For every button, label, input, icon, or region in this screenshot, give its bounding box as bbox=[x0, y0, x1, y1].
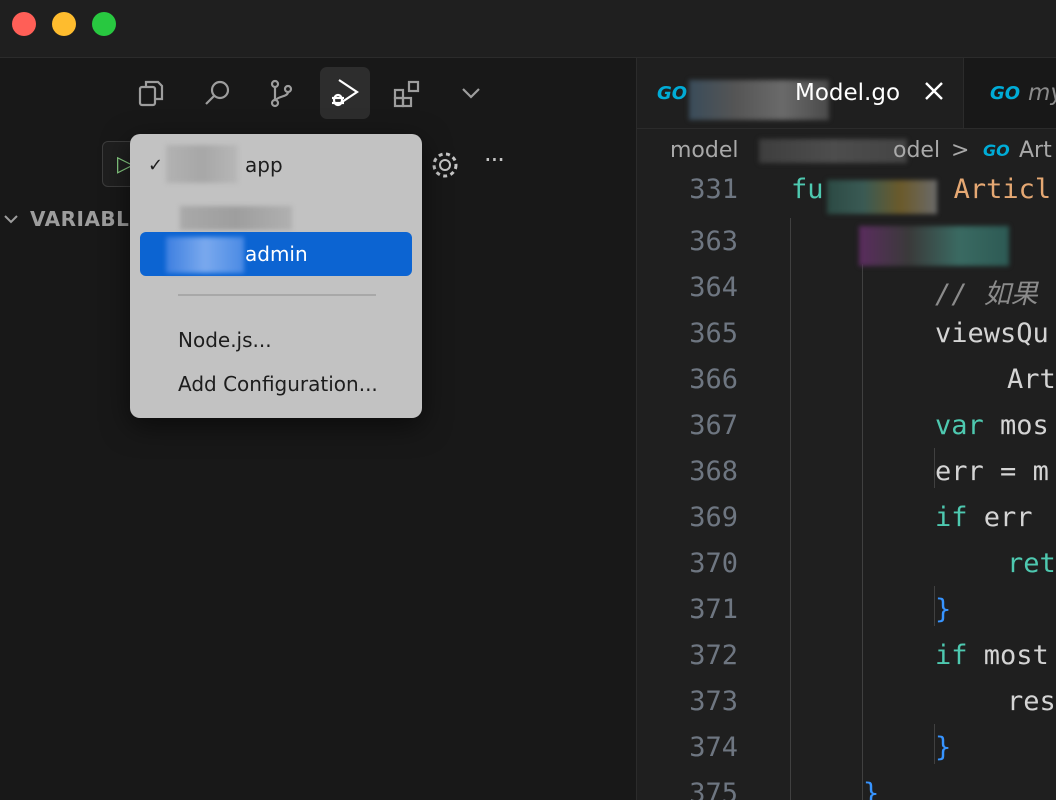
redacted-area bbox=[166, 145, 238, 183]
line-number: 370 bbox=[689, 548, 738, 579]
code-text: var mos bbox=[935, 410, 1049, 441]
menu-item-label: admin bbox=[245, 242, 308, 266]
menu-item-app[interactable]: ✓ app bbox=[140, 143, 412, 187]
code-line[interactable]: 364 // 如果 bbox=[637, 272, 1056, 318]
editor-tabs: GO Model.go GO my bbox=[637, 58, 1056, 129]
run-debug-icon[interactable] bbox=[320, 67, 370, 119]
line-number: 371 bbox=[689, 594, 738, 625]
code-line[interactable]: 363 bbox=[637, 226, 1056, 272]
tab-model-go[interactable]: GO Model.go bbox=[637, 58, 964, 128]
redacted-area bbox=[759, 139, 907, 163]
variables-section-header[interactable]: VARIABL bbox=[0, 204, 129, 234]
code-text: } bbox=[935, 594, 952, 625]
close-window-button[interactable] bbox=[12, 12, 36, 36]
code-line[interactable]: 375} bbox=[637, 778, 1056, 800]
line-number: 363 bbox=[689, 226, 738, 257]
line-number: 366 bbox=[689, 364, 738, 395]
menu-separator bbox=[178, 294, 376, 296]
code-area[interactable]: 331 fu Articl 363 364// 如果 365 viewsQu 366 Art 3… bbox=[637, 174, 1056, 800]
breadcrumb-item[interactable]: Art bbox=[1019, 138, 1052, 163]
menu-item-label: app bbox=[245, 153, 283, 177]
code-line[interactable]: 368 err = m bbox=[637, 456, 1056, 502]
breadcrumb-separator: > bbox=[951, 137, 970, 163]
menu-item-label: Node.js... bbox=[178, 328, 272, 352]
code-line[interactable]: 365 viewsQu bbox=[637, 318, 1056, 364]
line-number: 375 bbox=[689, 778, 738, 800]
redacted-area bbox=[166, 237, 244, 273]
breadcrumb-item[interactable]: odel bbox=[893, 138, 940, 163]
menu-item-nodejs[interactable]: Node.js... bbox=[140, 318, 412, 362]
code-text: fu Articl bbox=[791, 174, 1052, 205]
code-line[interactable]: 369 if err bbox=[637, 502, 1056, 548]
code-text: viewsQu bbox=[935, 318, 1049, 349]
go-file-icon: GO bbox=[657, 82, 688, 104]
line-number: 364 bbox=[689, 272, 738, 303]
checkmark-icon: ✓ bbox=[148, 154, 164, 176]
line-number: 369 bbox=[689, 502, 738, 533]
breadcrumb-item[interactable]: model bbox=[670, 138, 739, 163]
extensions-icon[interactable] bbox=[382, 68, 432, 118]
code-line[interactable]: 372 if most bbox=[637, 640, 1056, 686]
minimize-window-button[interactable] bbox=[52, 12, 76, 36]
source-control-icon[interactable] bbox=[256, 68, 306, 118]
code-line[interactable]: 370 ret bbox=[637, 548, 1056, 594]
more-actions-icon[interactable]: ··· bbox=[484, 146, 505, 174]
menu-item-label: Add Configuration... bbox=[178, 372, 378, 396]
gear-icon[interactable] bbox=[428, 148, 462, 182]
tab-label: my bbox=[1028, 80, 1056, 106]
line-number: 373 bbox=[689, 686, 738, 717]
code-text: res bbox=[1007, 686, 1056, 717]
code-line[interactable]: 374} bbox=[637, 732, 1056, 778]
launch-configuration-menu: ✓ app admin Node.js... Add Configuration… bbox=[130, 134, 422, 418]
redacted-area bbox=[180, 206, 292, 230]
maximize-window-button[interactable] bbox=[92, 12, 116, 36]
search-icon[interactable] bbox=[192, 68, 242, 118]
code-line[interactable]: 367 var mos bbox=[637, 410, 1056, 456]
code-text: if most bbox=[935, 640, 1049, 671]
line-number: 367 bbox=[689, 410, 738, 441]
code-text: // 如果 bbox=[935, 279, 1038, 310]
code-line[interactable]: 373 res bbox=[637, 686, 1056, 732]
menu-item-add-configuration[interactable]: Add Configuration... bbox=[140, 362, 412, 406]
tab-other-go-file[interactable]: GO my bbox=[964, 58, 1056, 128]
variables-label: VARIABL bbox=[30, 207, 130, 231]
tab-label: Model.go bbox=[795, 80, 901, 106]
chevron-down-icon[interactable] bbox=[446, 68, 496, 118]
breadcrumb: model odel > GO Art bbox=[637, 129, 1056, 171]
line-number: 372 bbox=[689, 640, 738, 671]
go-file-icon: GO bbox=[990, 82, 1021, 104]
line-number: 331 bbox=[689, 174, 738, 205]
menu-item-admin[interactable]: admin bbox=[140, 232, 412, 276]
chevron-down-icon bbox=[4, 215, 18, 224]
code-text: ret bbox=[1007, 548, 1056, 579]
go-file-icon: GO bbox=[983, 140, 1010, 160]
code-text: if err bbox=[935, 502, 1033, 533]
line-number: 374 bbox=[689, 732, 738, 763]
editor: GO Model.go GO my model odel > GO Art 33… bbox=[637, 58, 1056, 800]
title-bar bbox=[0, 0, 1056, 58]
code-text: } bbox=[863, 778, 880, 800]
close-icon[interactable] bbox=[919, 76, 949, 106]
code-line[interactable]: 371} bbox=[637, 594, 1056, 640]
code-text: } bbox=[935, 732, 952, 763]
code-text: err = m bbox=[935, 456, 1049, 487]
line-number: 365 bbox=[689, 318, 738, 349]
code-line[interactable]: 331 fu Articl bbox=[637, 174, 1056, 220]
code-text: Art bbox=[1007, 364, 1056, 395]
explorer-icon[interactable] bbox=[126, 68, 176, 118]
line-number: 368 bbox=[689, 456, 738, 487]
code-line[interactable]: 366 Art bbox=[637, 364, 1056, 410]
